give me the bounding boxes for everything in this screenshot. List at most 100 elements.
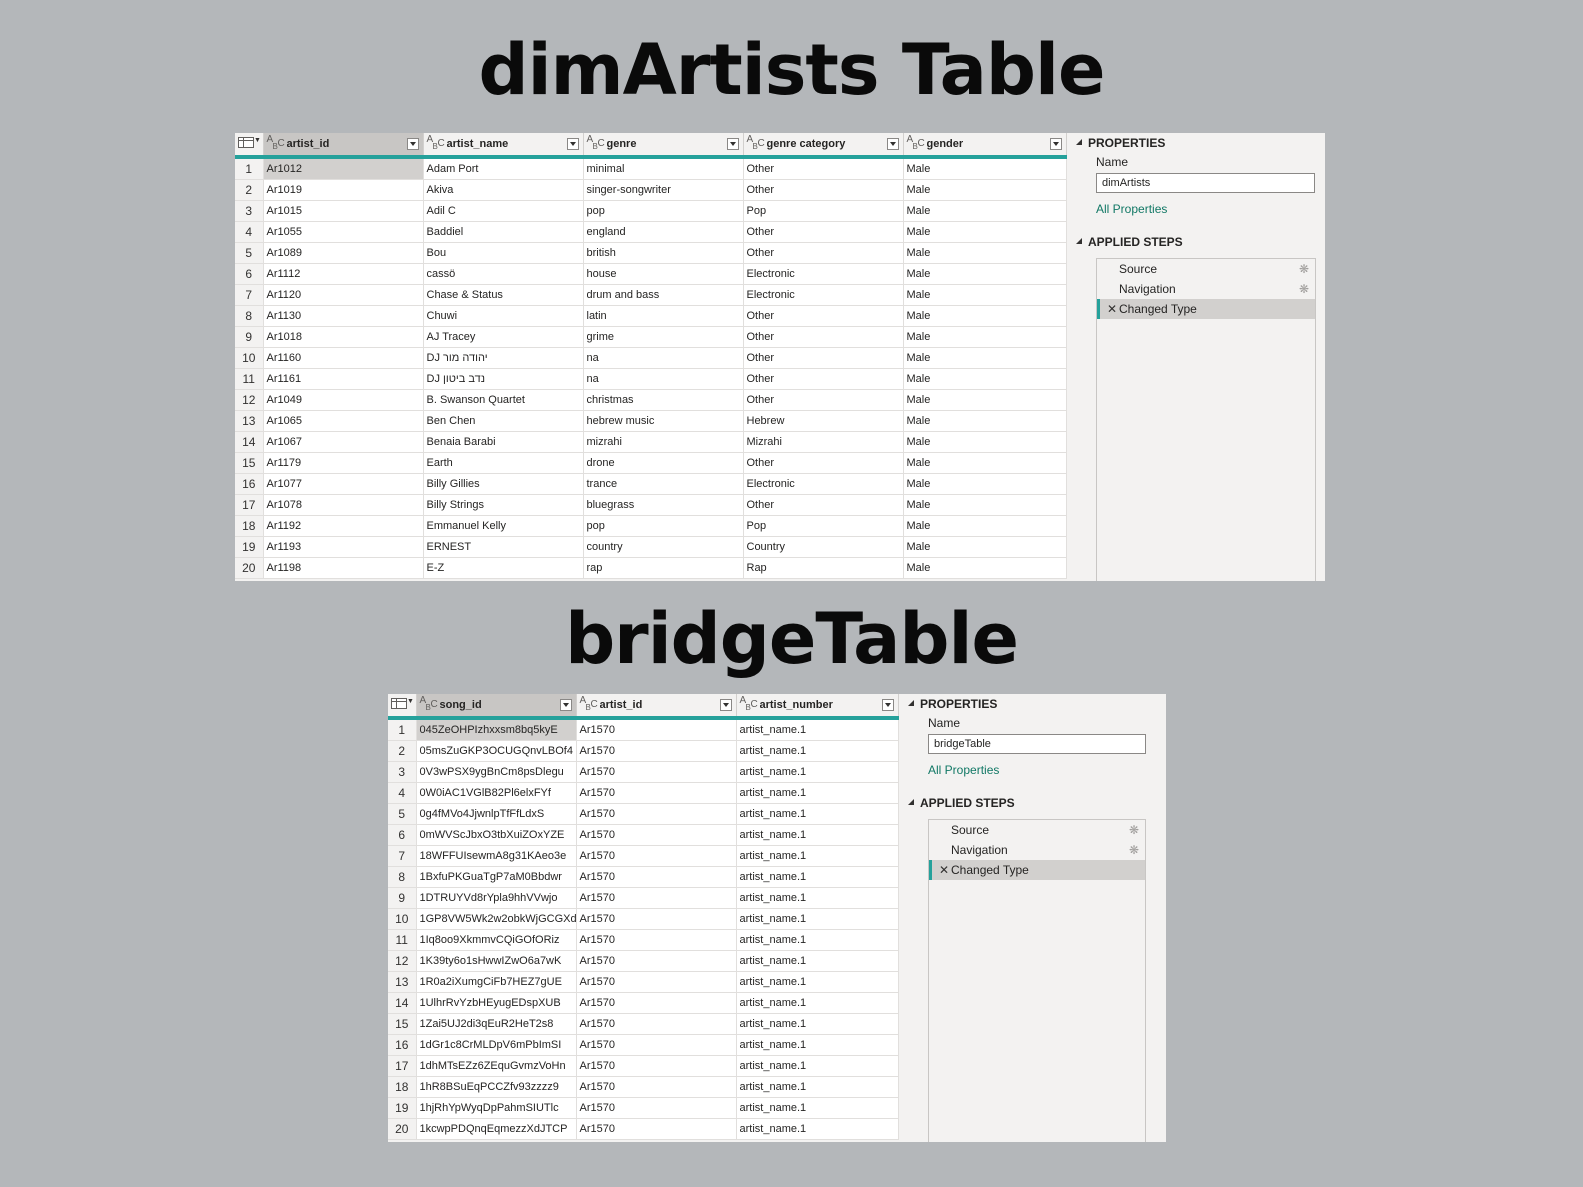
table-cell[interactable]: artist_name.1 [736, 824, 899, 846]
table-cell[interactable]: Ar1570 [576, 1055, 737, 1077]
table-cell[interactable]: 1dhMTsEZz6ZEquGvmzVoHn [416, 1055, 577, 1077]
table-cell[interactable]: Rap [743, 557, 904, 579]
applied-steps-header[interactable]: APPLIED STEPS [1076, 235, 1183, 249]
table-cell[interactable]: Ar1570 [576, 887, 737, 909]
table-cell[interactable]: Ar1067 [263, 431, 424, 453]
table-cell[interactable]: 0g4fMVo4JjwnlpTfFfLdxS [416, 803, 577, 825]
table-cell[interactable]: artist_name.1 [736, 929, 899, 951]
applied-step-navigation[interactable]: Navigation ❋ [1097, 279, 1315, 299]
table-cell[interactable]: Other [743, 368, 904, 390]
table-cell[interactable]: Ar1112 [263, 263, 424, 285]
table-cell[interactable]: minimal [583, 157, 744, 180]
abc-text-type-icon[interactable]: ABC [747, 135, 767, 153]
table-row[interactable]: 19 1hjRhYpWyqDpPahmSIUTlc Ar1570 artist_nam… [388, 1097, 899, 1119]
abc-text-type-icon[interactable]: ABC [907, 135, 927, 153]
table-cell[interactable]: Ben Chen [423, 410, 584, 432]
table-cell[interactable]: 1DTRUYVd8rYpla9hhVVwjo [416, 887, 577, 909]
dropdown-filter-icon[interactable] [566, 138, 579, 150]
table-cell[interactable]: Ar1065 [263, 410, 424, 432]
table-cell[interactable]: Male [903, 410, 1067, 432]
table-cell[interactable]: Electronic [743, 284, 904, 306]
applied-steps-header[interactable]: APPLIED STEPS [908, 796, 1015, 810]
table-cell[interactable]: Other [743, 221, 904, 243]
abc-text-type-icon[interactable]: ABC [740, 696, 760, 714]
applied-step-changed-type[interactable]: ✕ Changed Type [1097, 299, 1315, 319]
dropdown-filter-icon[interactable] [726, 138, 739, 150]
table-cell[interactable]: Other [743, 389, 904, 411]
table-cell[interactable]: singer-songwriter [583, 179, 744, 201]
table-cell[interactable]: Pop [743, 200, 904, 222]
table-cell[interactable]: bluegrass [583, 494, 744, 516]
table-cell[interactable]: artist_name.1 [736, 718, 899, 741]
table-cell[interactable]: Male [903, 368, 1067, 390]
table-cell[interactable]: Bou [423, 242, 584, 264]
table-row[interactable]: 14 Ar1067 Benaia Barabi mizrahi Mizrahi Male [235, 431, 1067, 453]
table-cell[interactable]: Benaia Barabi [423, 431, 584, 453]
table-cell[interactable]: Akiva [423, 179, 584, 201]
table-row[interactable]: 13 1R0a2iXumgCiFb7HEZ7gUE Ar1570 artist_nam… [388, 971, 899, 993]
table-menu-button[interactable]: ▼ [235, 133, 264, 159]
table-row[interactable]: 14 1UlhrRvYzbHEyugEDspXUB Ar1570 artist_nam… [388, 992, 899, 1014]
table-cell[interactable]: artist_name.1 [736, 740, 899, 762]
table-cell[interactable]: Ar1570 [576, 866, 737, 888]
table-cell[interactable]: Chase & Status [423, 284, 584, 306]
table-cell[interactable]: artist_name.1 [736, 1034, 899, 1056]
table-cell[interactable]: Other [743, 494, 904, 516]
table-cell[interactable]: artist_name.1 [736, 761, 899, 783]
table-cell[interactable]: Ar1077 [263, 473, 424, 495]
table-cell[interactable]: grime [583, 326, 744, 348]
table-cell[interactable]: 1R0a2iXumgCiFb7HEZ7gUE [416, 971, 577, 993]
table-cell[interactable]: Ar1570 [576, 740, 737, 762]
table-row[interactable]: 3 0V3wPSX9ygBnCm8psDlegu Ar1570 artist_name… [388, 761, 899, 783]
table-row[interactable]: 5 Ar1089 Bou british Other Male [235, 242, 1067, 264]
all-properties-link[interactable]: All Properties [928, 763, 999, 777]
table-cell[interactable]: Other [743, 326, 904, 348]
table-cell[interactable]: trance [583, 473, 744, 495]
table-cell[interactable]: Ar1120 [263, 284, 424, 306]
table-cell[interactable]: Emmanuel Kelly [423, 515, 584, 537]
table-cell[interactable]: Male [903, 557, 1067, 579]
table-cell[interactable]: Male [903, 305, 1067, 327]
table-cell[interactable]: artist_name.1 [736, 908, 899, 930]
table-cell[interactable]: Male [903, 284, 1067, 306]
table-cell[interactable]: Adil C [423, 200, 584, 222]
table-cell[interactable]: 1Zai5UJ2di3qEuR2HeT2s8 [416, 1013, 577, 1035]
abc-text-type-icon[interactable]: ABC [587, 135, 607, 153]
table-row[interactable]: 11 Ar1161 DJ נדב ביטון na Other Male [235, 368, 1067, 390]
table-cell[interactable]: Ar1570 [576, 761, 737, 783]
table-row[interactable]: 15 Ar1179 Earth drone Other Male [235, 452, 1067, 474]
table-cell[interactable]: Male [903, 515, 1067, 537]
table-cell[interactable]: Ar1570 [576, 1097, 737, 1119]
table-cell[interactable]: Male [903, 242, 1067, 264]
table-cell[interactable]: Ar1570 [576, 1013, 737, 1035]
table-cell[interactable]: artist_name.1 [736, 782, 899, 804]
applied-step-navigation[interactable]: Navigation ❋ [929, 840, 1145, 860]
table-cell[interactable]: 1BxfuPKGuaTgP7aM0Bbdwr [416, 866, 577, 888]
gear-icon[interactable]: ❋ [1129, 840, 1139, 860]
table-row[interactable]: 5 0g4fMVo4JjwnlpTfFfLdxS Ar1570 artist_name… [388, 803, 899, 825]
applied-step-source[interactable]: Source ❋ [1097, 259, 1315, 279]
table-cell[interactable]: artist_name.1 [736, 866, 899, 888]
table-cell[interactable]: Adam Port [423, 157, 584, 180]
table-row[interactable]: 6 0mWVScJbxO3tbXuiZOxYZE Ar1570 artist_name… [388, 824, 899, 846]
abc-text-type-icon[interactable]: ABC [580, 696, 600, 714]
table-cell[interactable]: country [583, 536, 744, 558]
table-cell[interactable]: Billy Strings [423, 494, 584, 516]
table-cell[interactable]: Male [903, 263, 1067, 285]
table-cell[interactable]: england [583, 221, 744, 243]
table-cell[interactable]: Ar1570 [576, 950, 737, 972]
table-cell[interactable]: 045ZeOHPIzhxxsm8bq5kyE [416, 718, 577, 741]
table-cell[interactable]: artist_name.1 [736, 1076, 899, 1098]
table-cell[interactable]: artist_name.1 [736, 1013, 899, 1035]
table-cell[interactable]: artist_name.1 [736, 1097, 899, 1119]
table-cell[interactable]: Earth [423, 452, 584, 474]
table-cell[interactable]: latin [583, 305, 744, 327]
table-cell[interactable]: Billy Gillies [423, 473, 584, 495]
gear-icon[interactable]: ❋ [1299, 259, 1309, 279]
table-cell[interactable]: 1hjRhYpWyqDpPahmSIUTlc [416, 1097, 577, 1119]
table-cell[interactable]: Ar1015 [263, 200, 424, 222]
table-cell[interactable]: Male [903, 157, 1067, 180]
table-row[interactable]: 18 Ar1192 Emmanuel Kelly pop Pop Male [235, 515, 1067, 537]
table-cell[interactable]: 1kcwpPDQnqEqmezzXdJTCP [416, 1118, 577, 1140]
table-cell[interactable]: Male [903, 536, 1067, 558]
